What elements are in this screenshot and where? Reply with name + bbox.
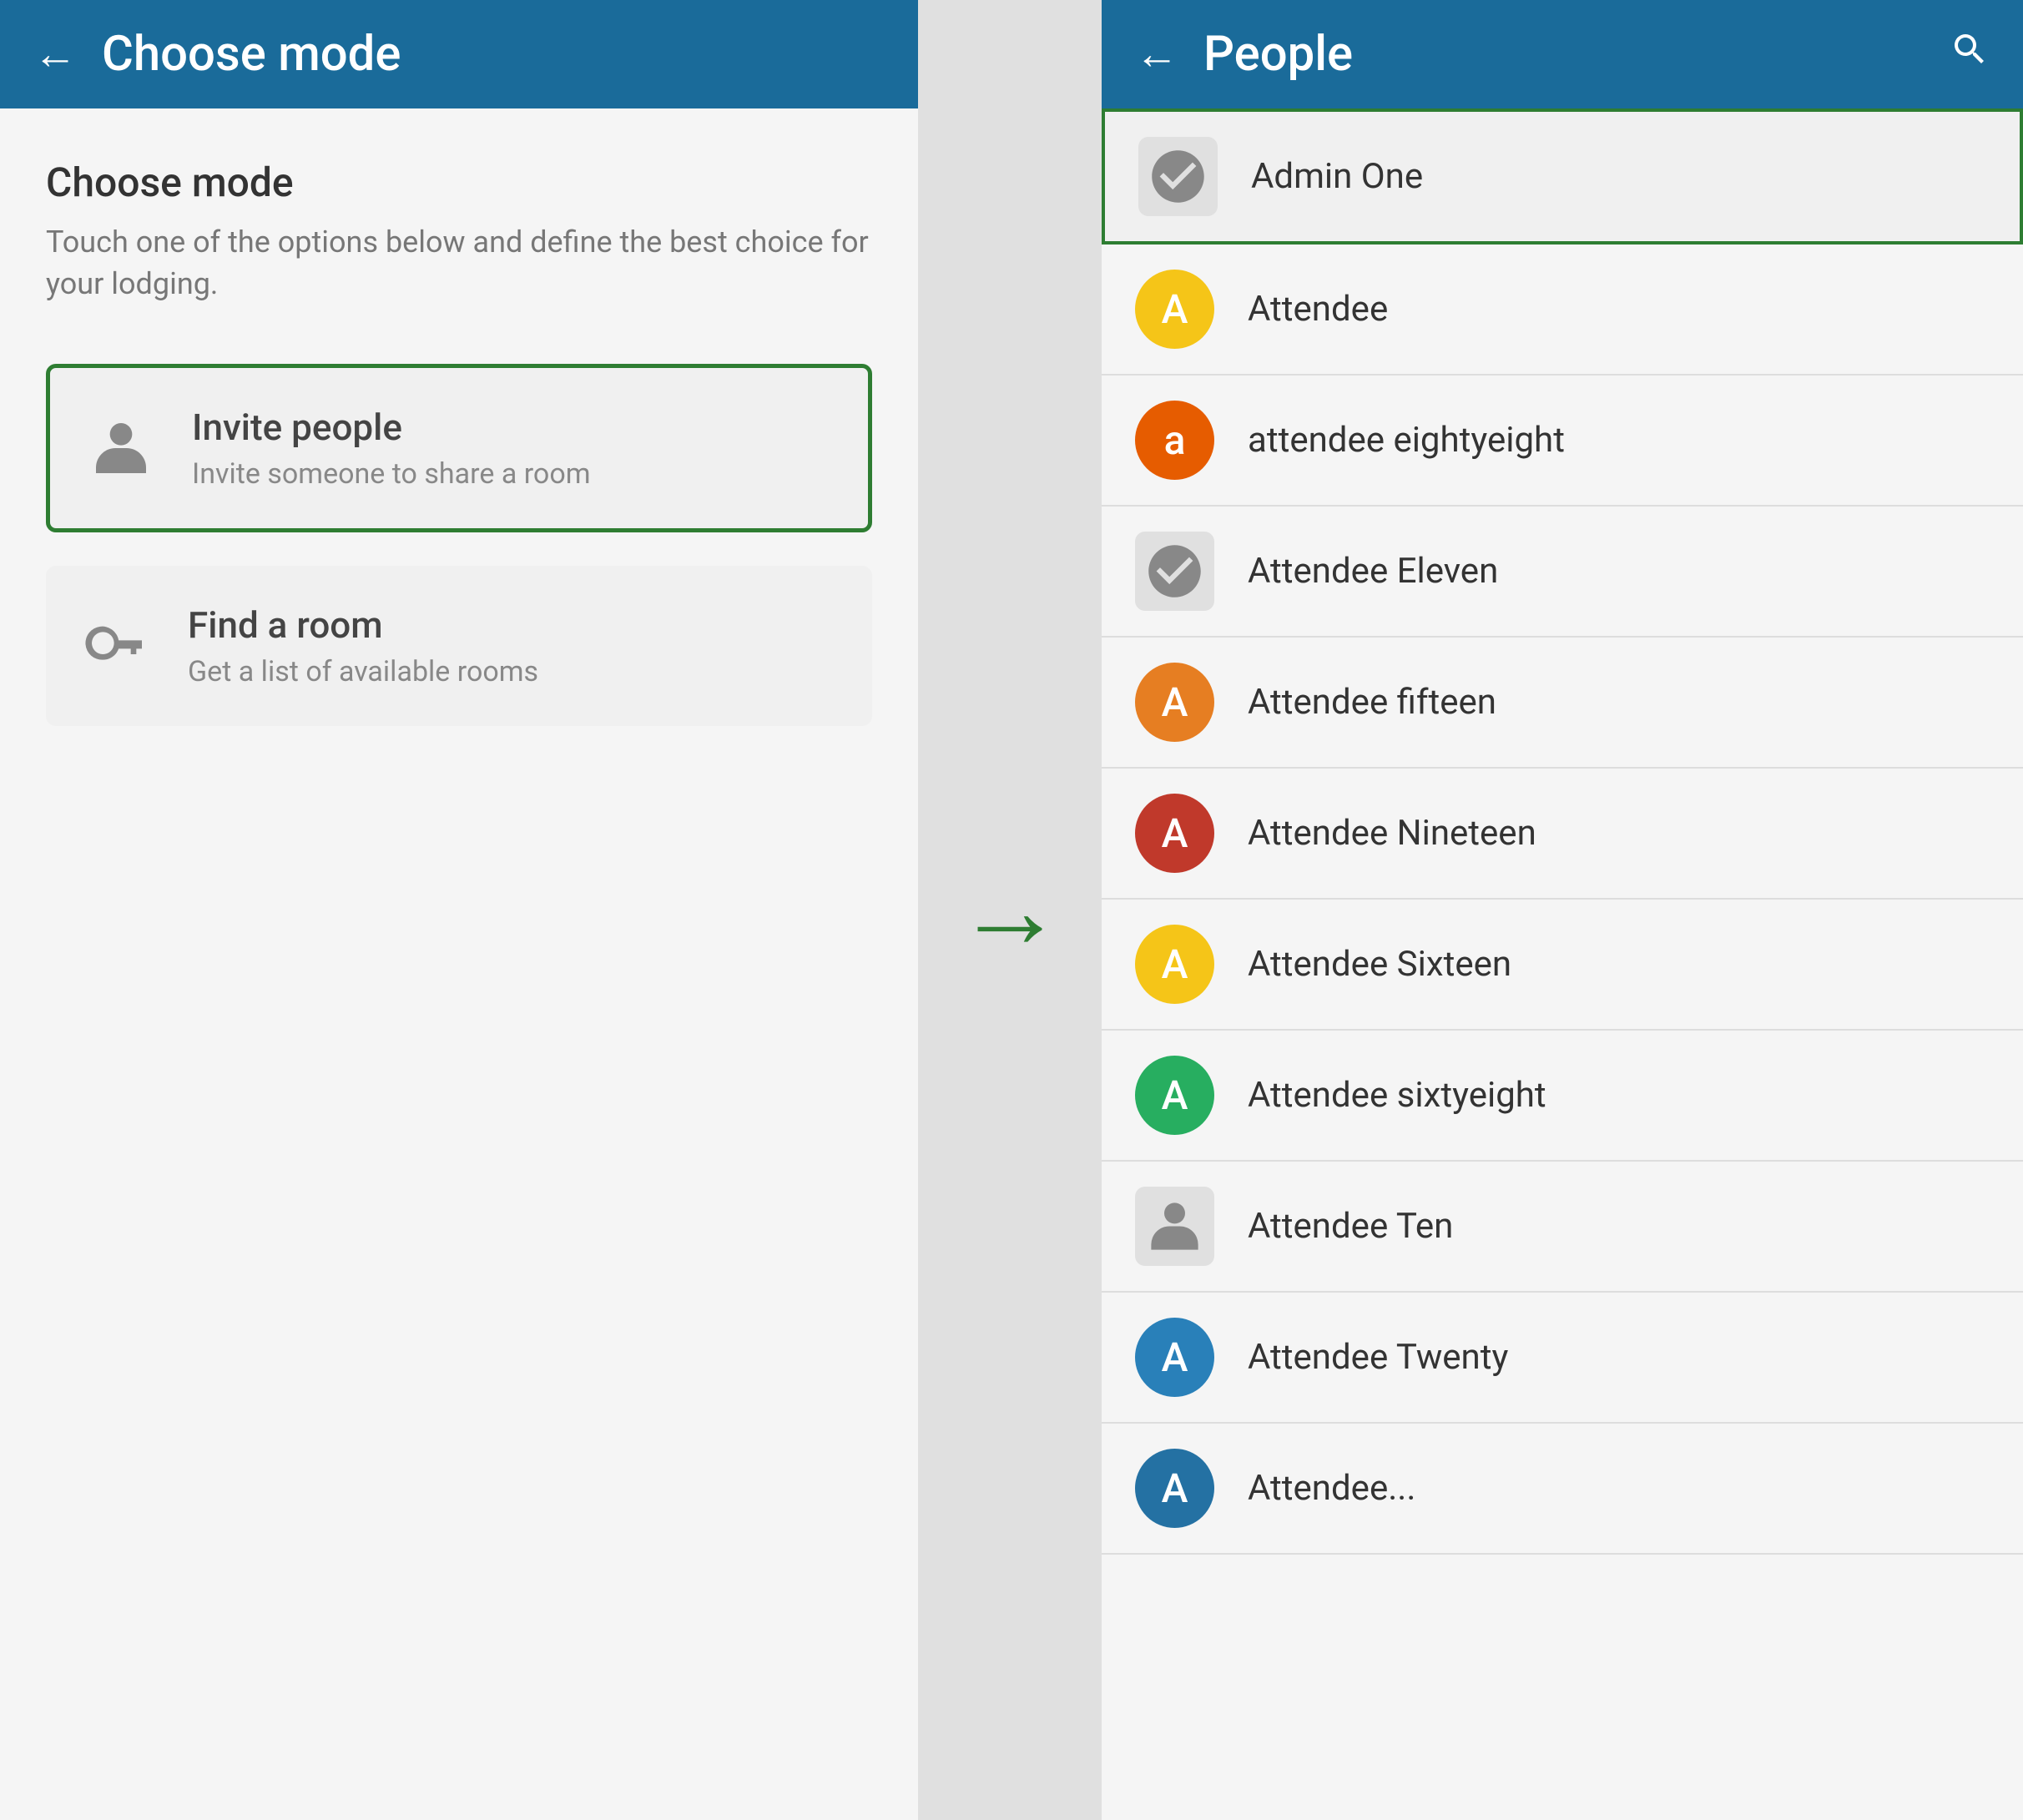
find-room-card[interactable]: Find a room Get a list of available room… [46,566,872,726]
page-title: Choose mode [46,159,872,206]
person-name-attendee-fifteen: Attendee fifteen [1248,682,1496,723]
avatar-attendee-eightyeight: a [1135,401,1214,480]
invite-people-title: Invite people [192,406,591,449]
right-header-title: People [1203,26,1925,83]
person-item-attendee-ten[interactable]: Attendee Ten [1102,1162,2023,1293]
avatar-attendee-eleven [1135,532,1214,611]
avatar-attendee-ten [1135,1187,1214,1266]
search-icon[interactable] [1950,29,1990,80]
person-name-attendee-eightyeight: attendee eightyeight [1248,420,1565,461]
person-name-attendee-ten: Attendee Ten [1248,1206,1453,1247]
person-item-attendee-sixtyeight[interactable]: A Attendee sixtyeight [1102,1031,2023,1162]
right-header: ← People [1102,0,2023,108]
person-name-attendee-extra: Attendee... [1248,1468,1415,1509]
person-item-attendee[interactable]: A Attendee [1102,245,2023,376]
person-item-admin-one[interactable]: Admin One [1102,108,2023,245]
person-name-attendee-eleven: Attendee Eleven [1248,551,1498,592]
avatar-attendee-fifteen: A [1135,663,1214,742]
person-item-attendee-twenty[interactable]: A Attendee Twenty [1102,1293,2023,1424]
left-back-button[interactable]: ← [33,33,77,76]
left-header: ← Choose mode [0,0,918,108]
person-item-attendee-fifteen[interactable]: A Attendee fifteen [1102,638,2023,769]
left-content: Choose mode Touch one of the options bel… [0,108,918,1820]
person-item-attendee-sixteen[interactable]: A Attendee Sixteen [1102,900,2023,1031]
person-item-attendee-extra[interactable]: A Attendee... [1102,1424,2023,1555]
left-panel: ← Choose mode Choose mode Touch one of t… [0,0,918,1820]
find-room-title: Find a room [188,603,538,647]
person-item-attendee-nineteen[interactable]: A Attendee Nineteen [1102,769,2023,900]
avatar-attendee-sixteen: A [1135,925,1214,1004]
find-room-subtitle: Get a list of available rooms [188,655,538,688]
page-subtitle: Touch one of the options below and defin… [46,221,872,305]
invite-people-card[interactable]: Invite people Invite someone to share a … [46,364,872,532]
avatar-attendee: A [1135,270,1214,349]
avatar-admin-one [1138,137,1218,216]
person-item-attendee-eightyeight[interactable]: a attendee eightyeight [1102,376,2023,507]
person-name-attendee: Attendee [1248,289,1388,330]
find-room-text: Find a room Get a list of available room… [188,603,538,688]
flow-arrow-container: → [918,0,1102,1820]
avatar-attendee-extra: A [1135,1449,1214,1528]
person-name-admin-one: Admin One [1251,156,1423,197]
person-icon [83,411,159,486]
person-name-attendee-sixtyeight: Attendee sixtyeight [1248,1075,1546,1116]
invite-people-subtitle: Invite someone to share a room [192,457,591,491]
right-panel: ← People Admin One A Attendee a attendee eig… [1102,0,2023,1820]
person-item-attendee-eleven[interactable]: Attendee Eleven [1102,507,2023,638]
person-name-attendee-twenty: Attendee Twenty [1248,1337,1508,1378]
flow-arrow: → [956,856,1064,965]
person-name-attendee-sixteen: Attendee Sixteen [1248,944,1511,985]
avatar-attendee-twenty: A [1135,1318,1214,1397]
people-list: Admin OneAAttendeeaattendee eightyeight … [1102,108,2023,1820]
left-header-title: Choose mode [102,26,401,83]
keys-icon [79,608,154,683]
invite-people-text: Invite people Invite someone to share a … [192,406,591,491]
avatar-attendee-nineteen: A [1135,794,1214,873]
person-name-attendee-nineteen: Attendee Nineteen [1248,813,1536,854]
avatar-attendee-sixtyeight: A [1135,1056,1214,1135]
right-back-button[interactable]: ← [1135,33,1178,76]
